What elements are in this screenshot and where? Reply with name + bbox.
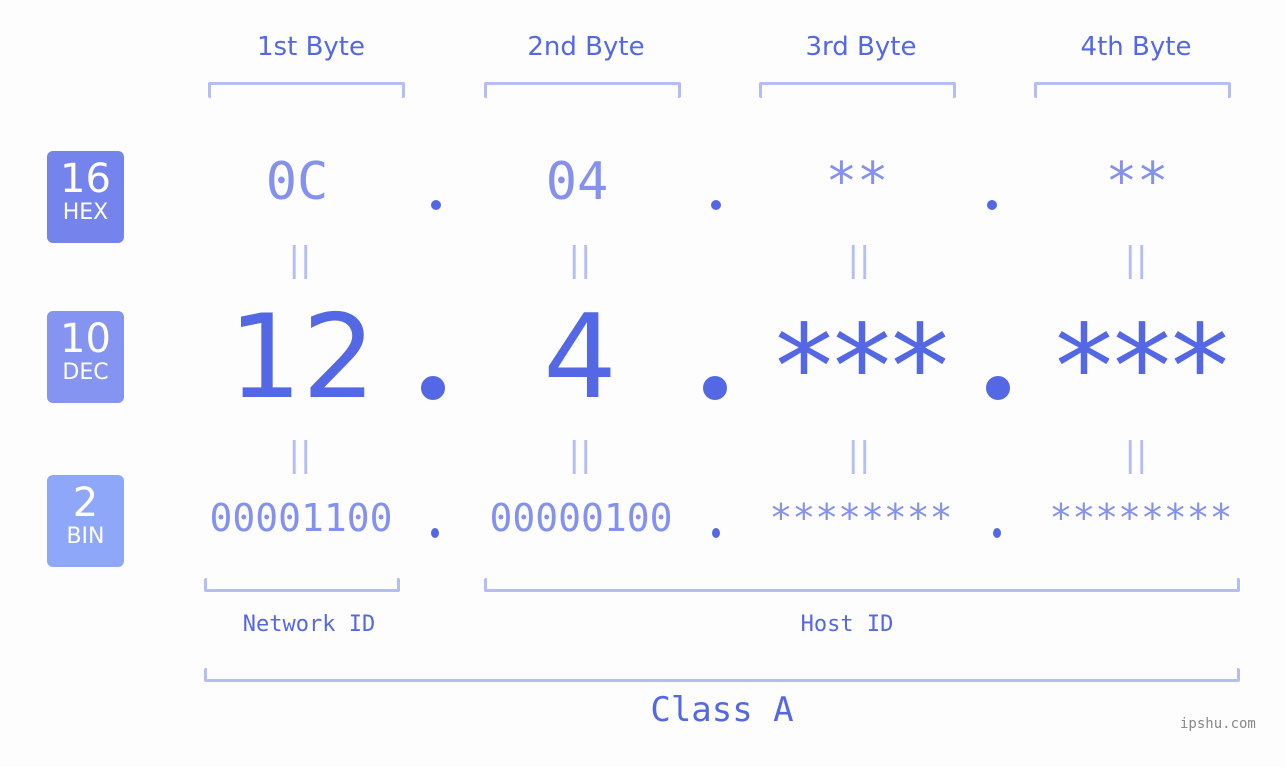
byte-bracket-3 <box>759 82 956 98</box>
bin-value-3: ******** <box>769 496 953 540</box>
dec-badge-label: DEC <box>62 360 109 385</box>
bin-separator-dot-2 <box>712 528 720 538</box>
dec-badge: 10 DEC <box>47 311 124 403</box>
dec-value-4: *** <box>1055 300 1229 435</box>
dec-separator-dot-1 <box>421 376 445 400</box>
dec-badge-number: 10 <box>60 316 111 362</box>
watermark: ipshu.com <box>1180 716 1256 732</box>
equals-icon: || <box>847 435 871 475</box>
equals-icon: || <box>1124 435 1148 475</box>
bin-badge-number: 2 <box>72 480 99 526</box>
bin-badge: 2 BIN <box>47 475 124 567</box>
host-id-bracket <box>484 578 1240 592</box>
dec-separator-dot-3 <box>986 376 1010 400</box>
hex-separator-dot-3 <box>987 200 997 210</box>
byte-bracket-4 <box>1034 82 1231 98</box>
class-label: Class A <box>650 690 794 730</box>
dec-separator-dot-2 <box>703 376 727 400</box>
byte-header-2: 2nd Byte <box>527 32 645 62</box>
host-id-label: Host ID <box>800 612 894 637</box>
dec-value-3: *** <box>775 300 949 435</box>
byte-header-3: 3rd Byte <box>805 32 917 62</box>
bin-badge-label: BIN <box>66 524 105 549</box>
equals-icon: || <box>288 240 312 280</box>
hex-separator-dot-1 <box>431 200 441 210</box>
dec-value-1: 12 <box>228 290 376 425</box>
hex-separator-dot-2 <box>711 200 721 210</box>
hex-value-4: ** <box>1105 152 1169 212</box>
network-id-label: Network ID <box>242 612 376 637</box>
bin-value-2: 00000100 <box>489 496 673 540</box>
hex-badge-number: 16 <box>60 156 111 202</box>
dec-value-2: 4 <box>543 290 617 425</box>
byte-header-4: 4th Byte <box>1080 32 1192 62</box>
equals-icon: || <box>1124 240 1148 280</box>
equals-icon: || <box>288 435 312 475</box>
byte-header-1: 1st Byte <box>257 32 365 62</box>
hex-value-2: 04 <box>545 152 609 212</box>
hex-badge-label: HEX <box>62 200 109 225</box>
equals-icon: || <box>568 435 592 475</box>
equals-icon: || <box>568 240 592 280</box>
bin-value-4: ******** <box>1049 496 1233 540</box>
byte-bracket-1 <box>208 82 405 98</box>
network-id-bracket <box>204 578 400 592</box>
equals-icon: || <box>847 240 871 280</box>
hex-value-1: 0C <box>265 152 329 212</box>
bin-separator-dot-3 <box>993 528 1001 538</box>
bin-value-1: 00001100 <box>209 496 393 540</box>
bin-separator-dot-1 <box>431 528 439 538</box>
hex-value-3: ** <box>825 152 889 212</box>
hex-badge: 16 HEX <box>47 151 124 243</box>
byte-bracket-2 <box>484 82 681 98</box>
class-bracket <box>204 668 1240 682</box>
